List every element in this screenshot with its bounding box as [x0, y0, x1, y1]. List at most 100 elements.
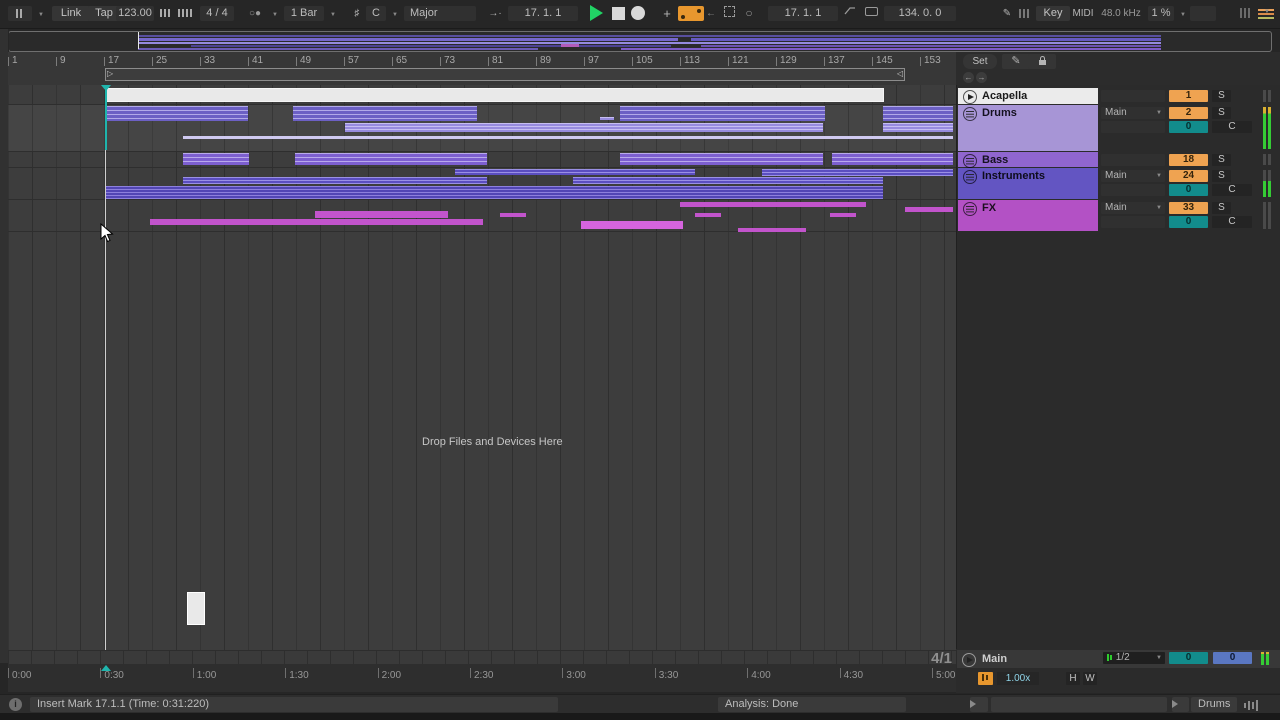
- output-routing-select[interactable]: Main▼: [1101, 170, 1165, 182]
- arrangement-clip[interactable]: [183, 177, 487, 184]
- group-track-icon[interactable]: [963, 107, 977, 121]
- arrangement-clip[interactable]: [883, 123, 953, 132]
- arrangement-clip[interactable]: [832, 153, 953, 165]
- group-track-icon[interactable]: [963, 170, 977, 184]
- arrangement-clip[interactable]: [345, 123, 823, 132]
- group-track-icon[interactable]: [963, 154, 977, 168]
- main-track-name[interactable]: Main: [982, 653, 1007, 665]
- arrangement-clip[interactable]: [762, 169, 953, 176]
- overview-view-edge[interactable]: [138, 32, 139, 49]
- key-map-button[interactable]: Key: [1036, 6, 1070, 21]
- midi-map-button[interactable]: MIDI: [1068, 6, 1098, 21]
- solo-button[interactable]: S: [1212, 107, 1231, 119]
- track-activator[interactable]: 24: [1169, 170, 1208, 182]
- track-header-bass[interactable]: Bass 18 S: [958, 152, 1280, 167]
- punch-in-icon[interactable]: [842, 6, 858, 21]
- cpu-dropdown-icon[interactable]: [1178, 6, 1188, 21]
- routing-empty-box[interactable]: [1101, 216, 1165, 228]
- arrangement-clip[interactable]: [573, 177, 883, 184]
- lock-envelopes-button[interactable]: [1028, 54, 1056, 69]
- volume-field[interactable]: 0: [1169, 184, 1208, 196]
- nudge-down-icon[interactable]: [158, 6, 174, 21]
- arrangement-clip[interactable]: [183, 153, 249, 165]
- loop-end-marker[interactable]: ◁: [897, 69, 903, 78]
- track-header-acapella[interactable]: Acapella 1 S: [958, 88, 1280, 104]
- arrangement-clip[interactable]: [105, 88, 884, 102]
- grid-quantize-select[interactable]: 1/2▼: [1103, 652, 1165, 664]
- unfold-track-icon[interactable]: [963, 90, 977, 104]
- punch-position-field[interactable]: 17. 1. 1: [768, 6, 838, 21]
- preview-play-button[interactable]: [970, 697, 988, 712]
- quantize-menu[interactable]: 1 Bar: [284, 6, 324, 21]
- routing-empty-box[interactable]: [1101, 90, 1165, 102]
- track-name-area[interactable]: Acapella: [958, 88, 1098, 104]
- quantize-dropdown-icon[interactable]: [328, 6, 338, 21]
- track-activator[interactable]: 33: [1169, 202, 1208, 214]
- midi-overdub-icon[interactable]: +: [660, 6, 674, 21]
- nudge-up-icon[interactable]: [176, 6, 196, 21]
- cpu-meter[interactable]: 1 %: [1148, 6, 1174, 21]
- arrangement-clip[interactable]: [680, 202, 866, 207]
- arrangement-position-field[interactable]: 17. 1. 1: [508, 6, 578, 21]
- arrangement-clip[interactable]: [500, 213, 526, 217]
- locator-pencil-button[interactable]: ✎: [1002, 54, 1030, 69]
- monitor-track-label[interactable]: Drums: [1191, 697, 1237, 712]
- solo-button[interactable]: S: [1212, 154, 1231, 166]
- time-signature-field[interactable]: 4 / 4: [200, 6, 234, 21]
- pencil-draw-icon[interactable]: ✎: [1000, 6, 1014, 21]
- track-name-area[interactable]: Bass: [958, 152, 1098, 167]
- arrangement-area[interactable]: Drop Files and Devices Here: [8, 85, 956, 663]
- computer-midi-keyboard-icon[interactable]: [1017, 6, 1032, 21]
- loop-start-marker[interactable]: ▷: [107, 69, 113, 78]
- output-routing-select[interactable]: Main▼: [1101, 202, 1165, 214]
- arrangement-clip[interactable]: [183, 136, 953, 139]
- arrangement-clip[interactable]: [581, 221, 683, 229]
- key-root-field[interactable]: C: [366, 6, 386, 21]
- output-routing-select[interactable]: Main▼: [1101, 107, 1165, 119]
- tempo-field[interactable]: 123.00: [116, 6, 154, 21]
- track-activator[interactable]: 2: [1169, 107, 1208, 119]
- arrangement-clip[interactable]: [105, 186, 883, 199]
- info-icon[interactable]: i: [9, 698, 22, 711]
- main-track-icon[interactable]: [962, 653, 976, 667]
- arrangement-clip[interactable]: [620, 153, 823, 165]
- toolbar-dropdown-icon[interactable]: [36, 6, 46, 21]
- track-activator[interactable]: 1: [1169, 90, 1208, 102]
- track-activator[interactable]: 18: [1169, 154, 1208, 166]
- volume-field[interactable]: 0: [1169, 216, 1208, 228]
- draw-mode-icon[interactable]: [722, 6, 736, 21]
- crossfade-button[interactable]: C: [1212, 121, 1252, 133]
- set-locator-button[interactable]: Set: [963, 54, 997, 69]
- follow-button[interactable]: →·: [486, 6, 504, 21]
- beat-time-ruler[interactable]: 1917253341495765738189971051131211291371…: [8, 52, 956, 86]
- metronome-dropdown-icon[interactable]: [270, 6, 280, 21]
- track-name-area[interactable]: Instruments: [958, 168, 1098, 199]
- dragged-clip-ghost[interactable]: [187, 592, 205, 625]
- arrangement-clip[interactable]: [695, 213, 721, 217]
- track-header-instruments[interactable]: Instruments Main▼ 24 S 0 C: [958, 168, 1280, 199]
- solo-button[interactable]: S: [1212, 90, 1231, 102]
- main-pan-field[interactable]: 0: [1213, 652, 1252, 664]
- arrangement-clip[interactable]: [738, 228, 806, 232]
- arrangement-overview[interactable]: [8, 31, 1272, 52]
- arrangement-clip[interactable]: [905, 207, 953, 212]
- routing-empty-box[interactable]: [1101, 121, 1165, 133]
- height-toggle[interactable]: H: [1066, 672, 1080, 685]
- arrangement-clip[interactable]: [455, 169, 695, 175]
- levels-icon[interactable]: [1244, 699, 1260, 711]
- routing-empty-box[interactable]: [1101, 184, 1165, 196]
- arrangement-clip[interactable]: [883, 106, 953, 121]
- crossfade-button[interactable]: C: [1212, 184, 1252, 196]
- solo-button[interactable]: S: [1212, 170, 1231, 182]
- levels-dropdown-icon[interactable]: [1264, 3, 1270, 18]
- record-button[interactable]: [631, 6, 645, 20]
- loop-length-field[interactable]: 134. 0. 0: [884, 6, 956, 21]
- width-toggle[interactable]: W: [1083, 672, 1097, 685]
- routing-empty-box[interactable]: [1101, 154, 1165, 166]
- track-name-area[interactable]: FX: [958, 200, 1098, 231]
- playback-speed-field[interactable]: 1.00x: [997, 672, 1039, 685]
- preferences-meter-icon[interactable]: [8, 6, 32, 21]
- arrangement-clip[interactable]: [295, 153, 487, 165]
- re-enable-automation-icon[interactable]: ←: [704, 6, 718, 21]
- time-ruler[interactable]: 0:000:301:001:302:002:303:003:304:004:30…: [8, 664, 956, 692]
